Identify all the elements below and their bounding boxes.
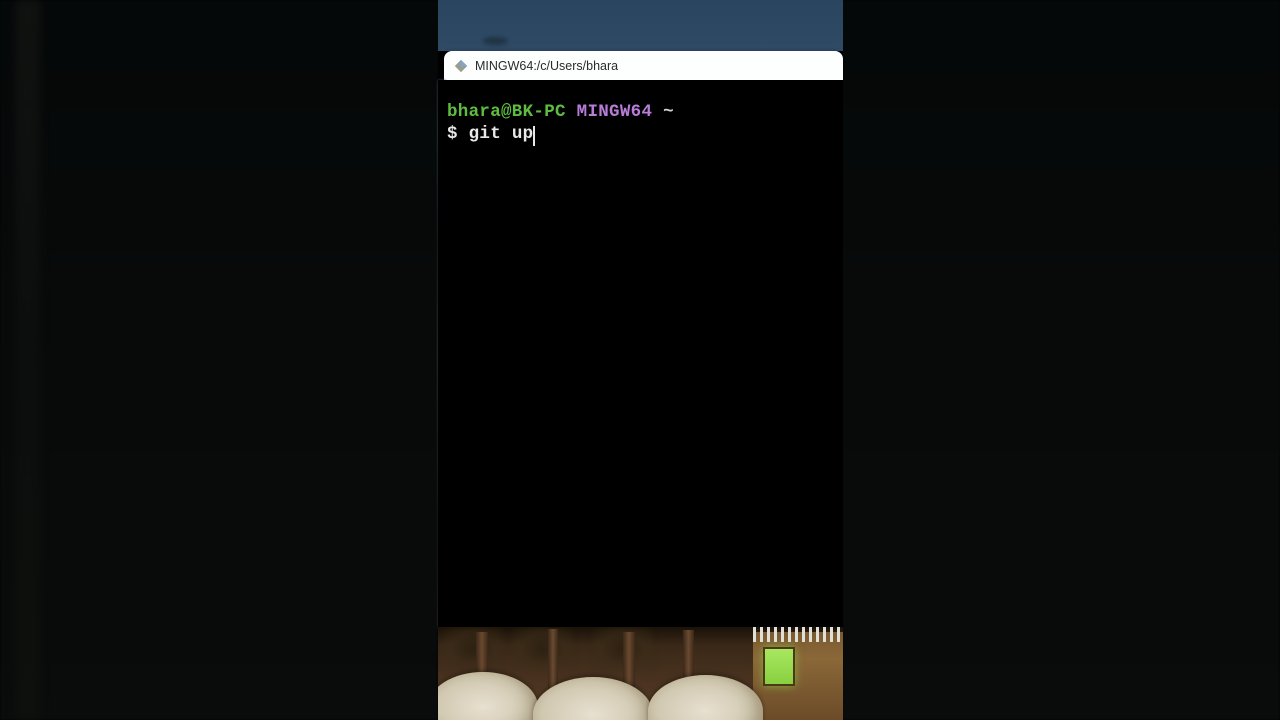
prompt-user-host: bhara@BK-PC: [447, 102, 566, 122]
command-input-line[interactable]: $ git up: [447, 123, 834, 146]
wallpaper-sky: [438, 0, 843, 51]
phone-viewport: MINGW64:/c/Users/bhara bhara@BK-PC MINGW…: [438, 0, 843, 720]
terminal-tab[interactable]: MINGW64:/c/Users/bhara: [444, 51, 843, 80]
text-cursor: [533, 126, 535, 146]
tab-title-text: MINGW64:/c/Users/bhara: [475, 59, 618, 73]
git-bash-icon: [454, 59, 468, 73]
wallpaper-foliage: [443, 627, 503, 672]
wallpaper-foliage: [513, 627, 573, 672]
wallpaper-cabin: [753, 632, 843, 720]
wallpaper-snow-mound: [438, 672, 538, 720]
terminal-viewport[interactable]: bhara@BK-PC MINGW64 ~ $ git up: [438, 80, 843, 627]
wallpaper-winter-scene: [438, 627, 843, 720]
background-blur-left: [0, 0, 438, 720]
command-typed-text: git up: [469, 124, 534, 144]
prompt-line: bhara@BK-PC MINGW64 ~: [447, 101, 834, 124]
prompt-symbol: $: [447, 124, 458, 144]
wallpaper-tree: [623, 632, 635, 690]
background-blur-right: [842, 0, 1280, 720]
wallpaper-icicles: [753, 627, 843, 642]
prompt-cwd: ~: [663, 102, 674, 122]
wallpaper-snow-mound: [648, 675, 763, 720]
prompt-environment: MINGW64: [577, 102, 653, 122]
